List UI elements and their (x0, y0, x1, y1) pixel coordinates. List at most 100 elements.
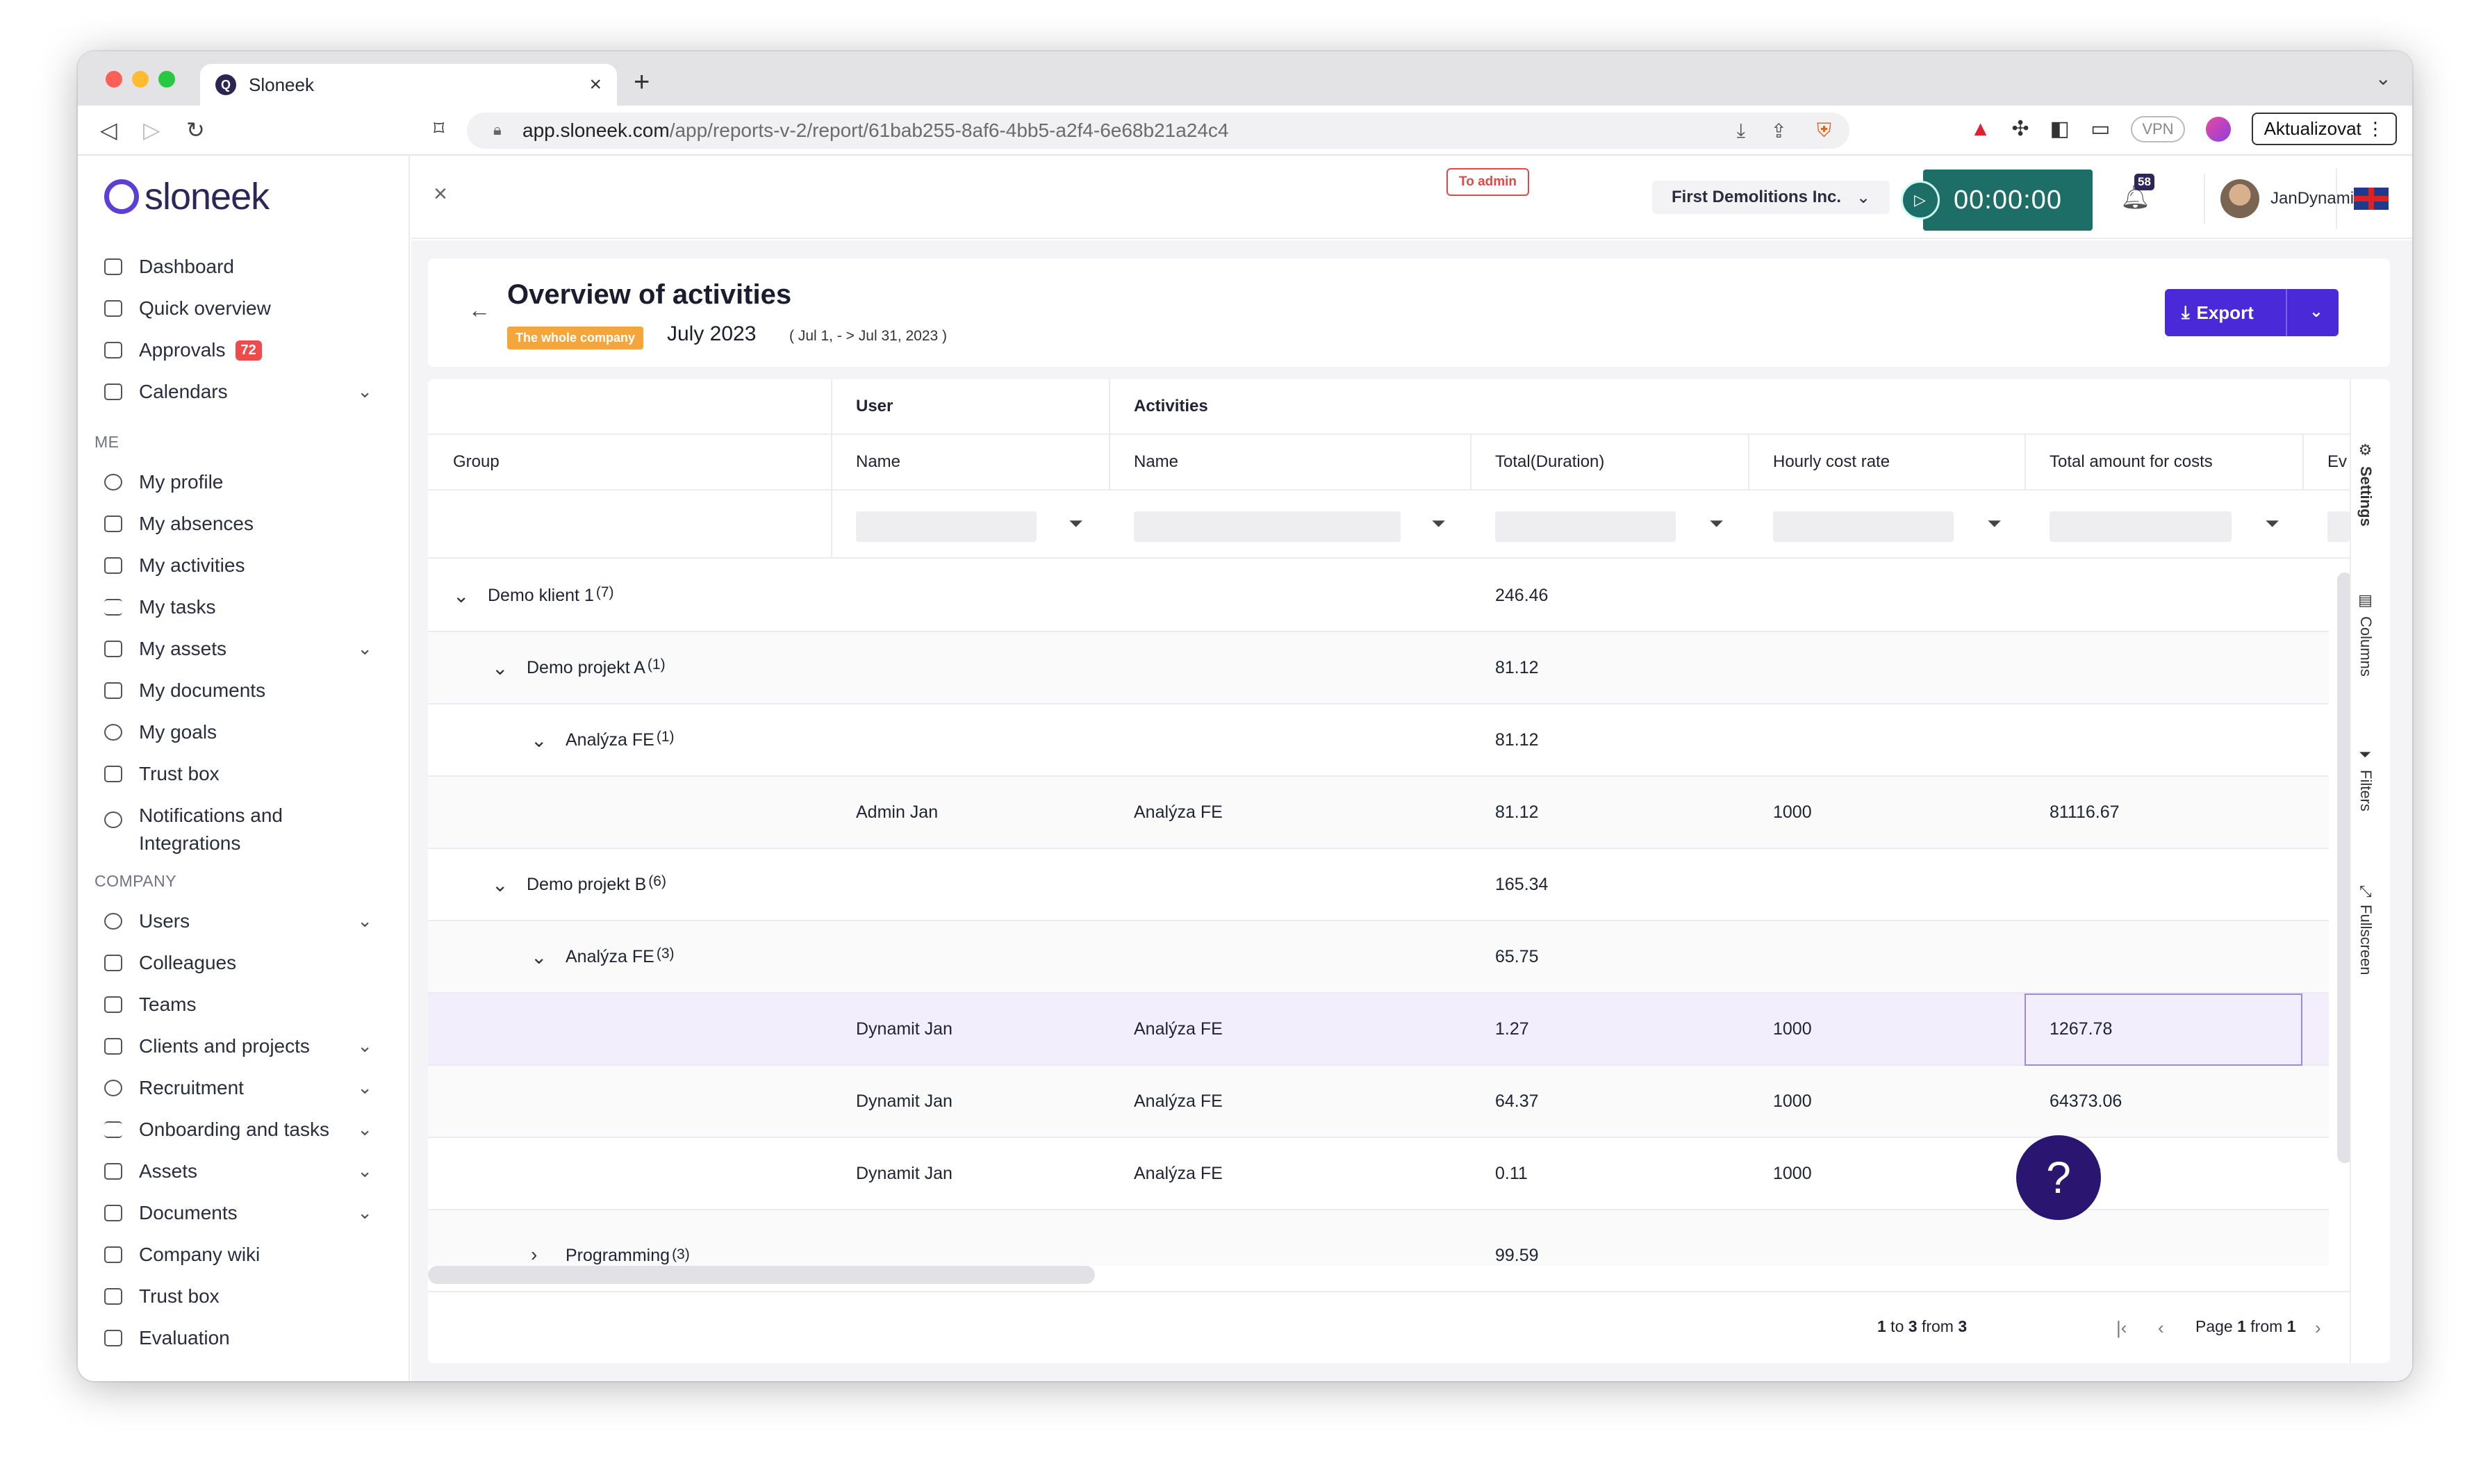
sidebar-item-my-absences[interactable]: My absences (78, 503, 409, 545)
column-header-extra[interactable]: Ev (2302, 435, 2347, 489)
chevron-down-icon[interactable]: ⌄ (531, 946, 547, 968)
share-icon[interactable]: ⇪ (1771, 119, 1787, 142)
chevron-down-icon[interactable]: ⌄ (531, 729, 547, 752)
horizontal-scrollbar[interactable] (428, 1266, 1095, 1284)
filter-icon[interactable]: ⏷ (1431, 513, 1446, 535)
sidebar-item-notifications[interactable]: Notifications and Integrations (78, 795, 409, 854)
group-row[interactable]: ⌄ Demo klient 1 (7) 246.46 (428, 560, 2329, 632)
brave-rewards-icon[interactable]: ▲ (1970, 117, 1991, 141)
settings-panel-tab[interactable]: ⚙ Settings (2357, 442, 2375, 527)
fullscreen-panel-tab[interactable]: ⤢ Fullscreen (2357, 885, 2375, 975)
hand-icon (104, 766, 122, 782)
column-header-hourly-cost-rate[interactable]: Hourly cost rate (1748, 435, 1890, 489)
first-page-icon[interactable]: |‹ (2116, 1317, 2127, 1339)
wallet-icon[interactable]: ▭ (2091, 117, 2110, 141)
filter-icon[interactable]: ⏷ (1069, 513, 1083, 535)
sidebar-item-my-documents[interactable]: My documents (78, 670, 409, 711)
sidebar-item-onboarding[interactable]: Onboarding and tasks ⌄ (78, 1109, 409, 1151)
filter-input-hourly-rate[interactable] (1773, 511, 1954, 542)
browser-tab[interactable]: Q Sloneek × (200, 64, 617, 106)
close-icon[interactable]: × (434, 181, 447, 208)
filter-icon[interactable]: ⏷ (1709, 513, 1724, 535)
column-header-group[interactable]: Group (428, 435, 500, 489)
table-row[interactable]: Dynamit Jan Analýza FE 64.37 1000 64373.… (428, 1066, 2329, 1138)
export-button[interactable]: ⤓ Export ⌄ (2165, 289, 2339, 336)
filter-input-extra[interactable] (2327, 511, 2350, 542)
filter-icon[interactable]: ⏷ (1987, 513, 2002, 535)
filter-input-total-costs[interactable] (2050, 511, 2232, 542)
profile-icon[interactable] (2205, 116, 2231, 142)
sidebar-item-quick-overview[interactable]: Quick overview (78, 288, 409, 329)
table-row[interactable]: Admin Jan Analýza FE 81.12 1000 81116.67 (428, 777, 2329, 849)
install-icon[interactable]: ⤓ (1737, 119, 1745, 142)
close-window-button[interactable] (106, 71, 122, 88)
chevron-down-icon[interactable]: ⌄ (453, 584, 470, 607)
filter-input-user-name[interactable] (856, 511, 1037, 542)
back-nav-icon[interactable]: ◁ (100, 117, 117, 143)
column-header-activity-name[interactable]: Name (1109, 435, 1178, 489)
group-row[interactable]: › Programming (3) 99.59 (428, 1210, 2329, 1266)
time-tracker[interactable]: ▷ 00:00:00 (1901, 170, 2093, 231)
to-admin-button[interactable]: To admin (1446, 168, 1530, 196)
sidebar-item-colleagues[interactable]: Colleagues (78, 942, 409, 984)
vpn-button[interactable]: VPN (2131, 115, 2185, 142)
help-button[interactable]: ? (2016, 1135, 2101, 1220)
filter-input-total-duration[interactable] (1495, 511, 1676, 542)
extensions-icon[interactable]: ✣ (2011, 117, 2029, 141)
sidebar-item-my-goals[interactable]: My goals (78, 711, 409, 753)
group-row[interactable]: ⌄ Demo projekt A (1) 81.12 (428, 632, 2329, 704)
table-row-selected[interactable]: Dynamit Jan Analýza FE 1.27 1000 1267.78 (428, 994, 2329, 1066)
sidebar-item-teams[interactable]: Teams (78, 984, 409, 1025)
filter-icon[interactable]: ⏷ (2265, 513, 2279, 535)
sidebar-item-recruitment[interactable]: Recruitment ⌄ (78, 1067, 409, 1109)
sidebar-item-my-tasks[interactable]: My tasks (78, 586, 409, 628)
filter-input-activity-name[interactable] (1134, 511, 1401, 542)
sidebar-item-company-wiki[interactable]: Company wiki (78, 1234, 409, 1276)
export-options-chevron-icon[interactable]: ⌄ (2309, 302, 2323, 322)
new-tab-icon[interactable]: + (634, 67, 650, 98)
sidebar-item-evaluation[interactable]: Evaluation (78, 1317, 409, 1359)
group-row[interactable]: ⌄ Demo projekt B (6) 165.34 (428, 849, 2329, 921)
filters-panel-tab[interactable]: ⏷ Filters (2357, 748, 2375, 811)
sidebar-item-clients-and-projects[interactable]: Clients and projects ⌄ (78, 1025, 409, 1067)
chevron-right-icon[interactable]: › (531, 1244, 547, 1266)
chevron-down-icon[interactable]: ⌄ (492, 657, 509, 679)
sidebar-item-trust-box-company[interactable]: Trust box (78, 1276, 409, 1317)
sidebar-item-documents[interactable]: Documents ⌄ (78, 1192, 409, 1234)
bookmark-icon[interactable]: ⌑ (434, 117, 444, 141)
group-row[interactable]: ⌄ Analýza FE (3) 65.75 (428, 921, 2329, 994)
url-bar[interactable]: 🔒︎ app.sloneek.com/app/reports-v-2/repor… (467, 113, 1849, 149)
sidebar-item-dashboard[interactable]: Dashboard (78, 246, 409, 288)
play-icon[interactable]: ▷ (1901, 181, 1940, 220)
sidebar-item-my-profile[interactable]: My profile (78, 461, 409, 503)
next-page-icon[interactable]: › (2315, 1317, 2321, 1339)
column-header-total-costs[interactable]: Total amount for costs (2025, 435, 2213, 489)
sidebar-item-my-assets[interactable]: My assets ⌄ (78, 628, 409, 670)
column-header-total-duration[interactable]: Total(Duration) (1470, 435, 1604, 489)
brave-shield-icon[interactable]: ⛨ (1817, 119, 1831, 142)
sidebar-item-assets[interactable]: Assets ⌄ (78, 1151, 409, 1192)
sloneek-logo[interactable]: sloneek (104, 175, 270, 218)
tab-search-chevron-icon[interactable]: ⌄ (2375, 67, 2391, 90)
reload-icon[interactable]: ↻ (186, 117, 205, 143)
chevron-down-icon[interactable]: ⌄ (492, 873, 509, 896)
forward-nav-icon[interactable]: ▷ (143, 117, 160, 143)
sidebar-item-trust-box-me[interactable]: Trust box (78, 753, 409, 795)
previous-page-icon[interactable]: ‹ (2158, 1317, 2164, 1339)
sidebar-toggle-icon[interactable]: ◧ (2050, 117, 2070, 141)
sidebar-item-calendars[interactable]: Calendars ⌄ (78, 371, 409, 413)
back-arrow-icon[interactable]: ← (468, 297, 490, 323)
zoom-window-button[interactable] (158, 71, 175, 88)
group-row[interactable]: ⌄ Analýza FE (1) 81.12 (428, 704, 2329, 777)
column-header-user-name[interactable]: Name (831, 435, 900, 489)
columns-panel-tab[interactable]: ▤ Columns (2357, 592, 2375, 677)
close-tab-icon[interactable]: × (589, 73, 602, 97)
sidebar-item-my-activities[interactable]: My activities (78, 545, 409, 586)
company-selector[interactable]: First Demolitions Inc. ⌄ (1652, 181, 1890, 214)
update-button[interactable]: Aktualizovat ⋮ (2251, 113, 2397, 145)
language-switcher[interactable] (2336, 168, 2405, 229)
sidebar-item-users[interactable]: Users ⌄ (78, 900, 409, 942)
sidebar-item-approvals[interactable]: Approvals 72 (78, 329, 409, 371)
notifications-bell-icon[interactable]: 🔔︎ 58 (2120, 174, 2154, 211)
minimize-window-button[interactable] (132, 71, 149, 88)
